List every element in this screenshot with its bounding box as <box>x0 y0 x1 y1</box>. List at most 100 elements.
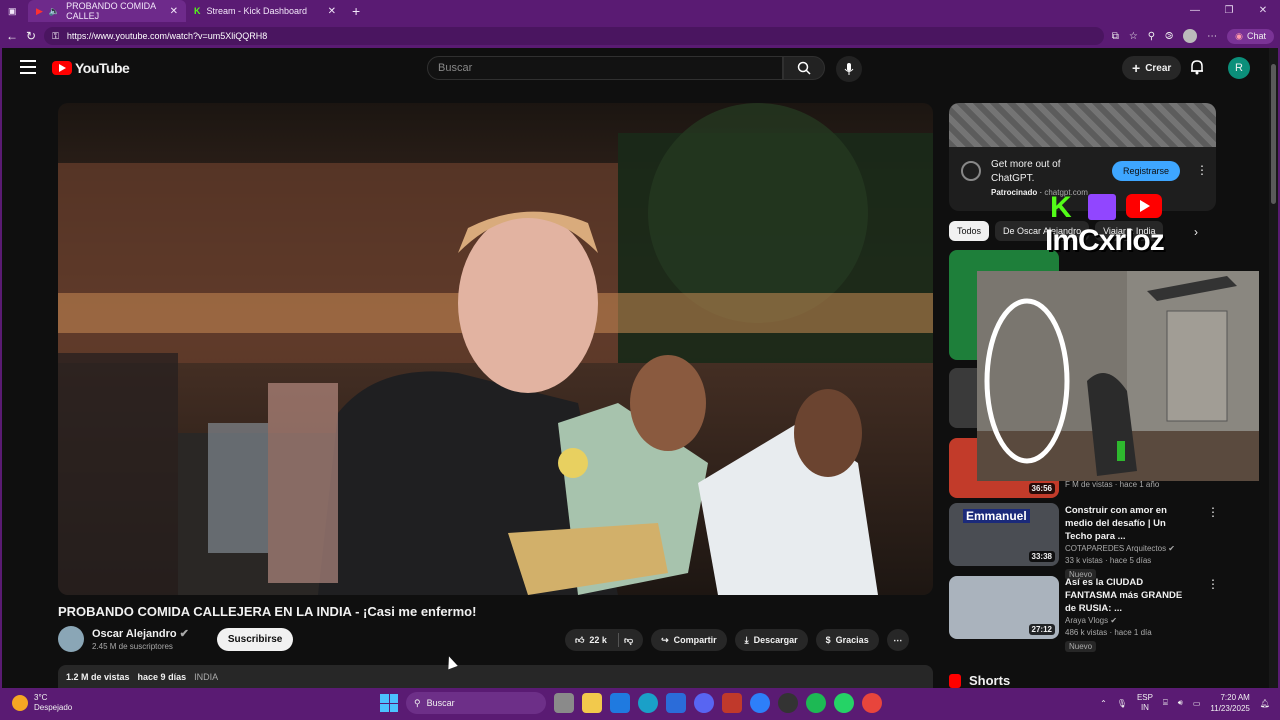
recommendation-meta: 33 k vistas · hace 5 días <box>1065 556 1152 565</box>
volume-icon[interactable]: 🔊︎ <box>1178 698 1183 708</box>
youtube-page: YouTube Buscar + Crear R PROBANDO COMIDA… <box>0 48 1280 689</box>
task-view-icon[interactable] <box>554 693 574 713</box>
extensions-icon[interactable]: ⧉ <box>1112 31 1119 42</box>
taskbar-search[interactable]: ⚲ Buscar <box>406 692 546 714</box>
spotify-icon[interactable] <box>806 693 826 713</box>
thanks-button[interactable]: $ Gracias <box>815 629 879 651</box>
obs-icon[interactable] <box>778 693 798 713</box>
more-icon[interactable]: ⋯ <box>1207 31 1217 42</box>
youtube-icon <box>1126 194 1162 218</box>
mic-tray-icon[interactable]: 🎙︎ <box>1117 699 1127 708</box>
site-info-icon[interactable]: ⚿ <box>52 31 59 42</box>
tray-chevron-icon[interactable]: ⌃ <box>1100 699 1107 708</box>
view-count: 1.2 M de vistas <box>66 672 130 682</box>
recommendation-info[interactable]: Así es la CIUDAD FANTASMA más GRANDE de … <box>1065 576 1195 652</box>
voicemeeter-icon[interactable] <box>722 693 742 713</box>
mail-icon[interactable] <box>666 693 686 713</box>
video-title: PROBANDO COMIDA CALLEJERA EN LA INDIA - … <box>58 604 477 619</box>
language-indicator[interactable]: ESP IN <box>1137 693 1153 713</box>
thumbs-down-icon[interactable]: 👎︎ <box>624 635 633 646</box>
hashtag[interactable]: INDIA <box>194 672 218 682</box>
temperature: 3°C <box>34 693 48 702</box>
more-icon[interactable]: ⋮ <box>1207 577 1219 591</box>
page-scrollbar[interactable] <box>1269 48 1278 688</box>
streamer-name: ImCxrloz <box>1045 224 1165 257</box>
network-icon[interactable]: ⌸ <box>1163 698 1168 708</box>
ad-register-button[interactable]: Registrarse <box>1112 161 1181 181</box>
channel-name[interactable]: Oscar Alejandro ✔ <box>92 627 189 640</box>
ad-banner-image <box>949 103 1216 147</box>
app-icon[interactable] <box>750 693 770 713</box>
account-avatar[interactable]: R <box>1228 57 1250 79</box>
subscribe-button[interactable]: Suscribirse <box>216 627 294 651</box>
tab-actions-icon[interactable]: ▣ <box>0 0 28 22</box>
search-input[interactable]: Buscar <box>427 56 783 80</box>
edge-icon[interactable] <box>638 693 658 713</box>
favorite-icon[interactable]: ☆ <box>1129 31 1138 42</box>
masthead: YouTube Buscar + Crear R <box>2 48 1278 88</box>
recommendation-title: Construir con amor en medio del desafío … <box>1065 505 1167 542</box>
battery-icon[interactable]: ▭ <box>1193 699 1201 708</box>
like-button[interactable]: 👍︎ 22 k 👎︎ <box>565 629 644 651</box>
taskbar-search-label: Buscar <box>426 698 455 708</box>
store-icon[interactable] <box>610 693 630 713</box>
split-icon[interactable]: ⚲ <box>1148 31 1155 42</box>
close-icon[interactable]: ✕ <box>170 6 178 17</box>
speaker-icon: 🔈 <box>48 5 61 16</box>
create-button[interactable]: + Crear <box>1122 56 1182 80</box>
recommendation-info[interactable]: Construir con amor en medio del desafío … <box>1065 504 1195 580</box>
shorts-icon <box>949 673 961 688</box>
video-player[interactable] <box>58 103 933 595</box>
chip-all[interactable]: Todos <box>949 221 990 241</box>
download-button[interactable]: ⤓ Descargar <box>734 629 808 651</box>
chrome-icon[interactable] <box>862 693 882 713</box>
back-icon[interactable]: ← <box>6 29 18 43</box>
notifications-icon[interactable]: 🔔︎ <box>1260 699 1270 708</box>
maximize-icon[interactable]: ❐ <box>1212 0 1246 22</box>
chat-button[interactable]: ◉ Chat <box>1227 28 1274 44</box>
new-tab-button[interactable]: + <box>344 0 368 22</box>
search-button[interactable] <box>783 56 825 80</box>
close-icon[interactable]: ✕ <box>328 6 336 17</box>
channel-avatar[interactable] <box>58 626 84 652</box>
new-badge: Nuevo <box>1065 641 1097 652</box>
discord-icon[interactable] <box>694 693 714 713</box>
notifications-bell-icon[interactable] <box>1190 59 1204 80</box>
tab-youtube[interactable]: ▶ 🔈 PROBANDO COMIDA CALLEJ ✕ <box>28 0 186 22</box>
windows-start-icon[interactable] <box>380 694 398 712</box>
recommendation-title: Así es la CIUDAD FANTASMA más GRANDE de … <box>1065 577 1183 614</box>
shorts-label: Shorts <box>969 673 1011 688</box>
more-actions-icon[interactable]: ⋯ <box>886 629 909 651</box>
thanks-label: Gracias <box>835 635 869 645</box>
video-thumbnail[interactable]: 27:12 <box>949 576 1059 639</box>
description-box[interactable]: 1.2 M de vistas hace 9 días INDIA <box>58 665 933 689</box>
weather-condition: Despejado <box>34 703 73 712</box>
ad-more-icon[interactable]: ⋮ <box>1196 163 1208 177</box>
clock[interactable]: 7:20 AM 11/23/2025 <box>1210 692 1249 714</box>
youtube-logo[interactable]: YouTube <box>52 60 130 76</box>
tab-title: Stream - Kick Dashboard <box>206 6 308 16</box>
address-bar[interactable]: ⚿ https://www.youtube.com/watch?v=um5Xli… <box>44 27 1104 45</box>
tab-kick[interactable]: K Stream - Kick Dashboard ✕ <box>186 0 344 22</box>
whatsapp-icon[interactable] <box>834 693 854 713</box>
search-icon <box>797 61 811 75</box>
collections-icon[interactable]: ⧁ <box>1165 31 1173 42</box>
recommendation-channel: Araya Vlogs ✔ <box>1065 616 1118 625</box>
video-thumbnail[interactable]: Emmanuel 33:38 <box>949 503 1059 566</box>
minimize-icon[interactable]: — <box>1178 0 1212 22</box>
file-explorer-icon[interactable] <box>582 693 602 713</box>
download-label: Descargar <box>753 635 798 645</box>
more-icon[interactable]: ⋮ <box>1207 505 1219 519</box>
url-text: https://www.youtube.com/watch?v=um5XliQQ… <box>66 31 268 41</box>
voice-search-button[interactable] <box>836 56 862 82</box>
scrollbar-thumb[interactable] <box>1271 64 1276 204</box>
close-window-icon[interactable]: ✕ <box>1246 0 1280 22</box>
chevron-right-icon[interactable]: › <box>1194 225 1198 239</box>
system-tray: ⌃ 🎙︎ ESP IN ⌸ 🔊︎ ▭ 7:20 AM 11/23/2025 🔔︎ <box>1100 692 1270 714</box>
weather-widget[interactable]: 3°C Despejado <box>12 693 72 713</box>
hamburger-menu-icon[interactable] <box>20 60 36 74</box>
refresh-icon[interactable]: ↻ <box>26 29 36 43</box>
profile-icon[interactable] <box>1183 29 1198 43</box>
tab-title: PROBANDO COMIDA CALLEJ <box>66 1 156 21</box>
share-button[interactable]: ↪ Compartir <box>651 629 727 651</box>
